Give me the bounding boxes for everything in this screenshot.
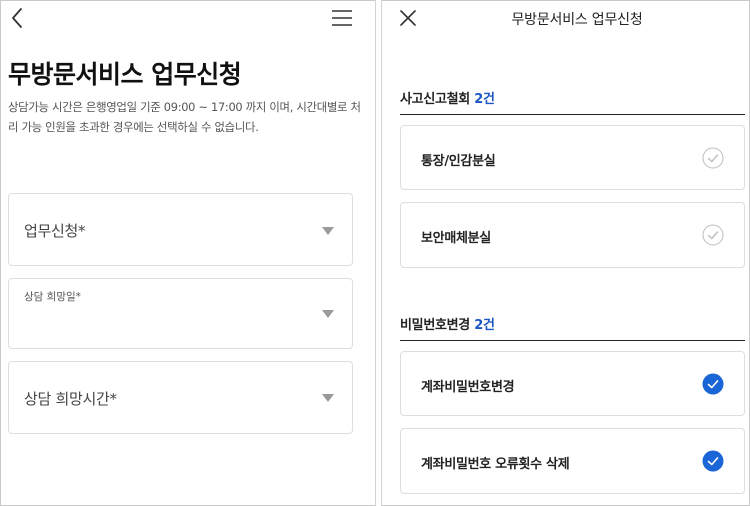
section-title-accident-withdrawal: 사고신고철회 2건 [400,88,495,107]
consultation-notice: 상담가능 시간은 은행영업일 기준 09:00 ~ 17:00 까지 이며, 시… [8,100,361,134]
preferred-date-select[interactable]: 상담 희망일* [8,278,353,349]
option-label: 계좌비밀번호 오류횟수 삭제 [421,457,570,472]
right-panel: 무방문서비스 업무신청 사고신고철회 2건 통장/인감분실 보안매체분실 비밀번… [382,0,750,506]
service-request-select[interactable]: 업무신청* [8,193,353,266]
panel-divider [375,0,382,506]
option-label: 보안매체분실 [421,231,491,246]
header-title: 무방문서비스 업무신청 [511,12,643,28]
check-circle-icon [702,450,724,472]
option-password-error-count-reset[interactable]: 계좌비밀번호 오류횟수 삭제 [400,428,745,494]
triangle-down-icon [322,227,334,235]
section-title-text: 비밀번호변경 [400,318,470,333]
service-request-label: 업무신청* [24,222,86,240]
option-bankbook-seal-loss[interactable]: 통장/인감분실 [400,125,745,190]
hamburger-menu-icon [332,10,352,26]
page-title: 무방문서비스 업무신청 [8,60,242,89]
option-security-media-loss[interactable]: 보안매체분실 [400,202,745,268]
option-account-password-change[interactable]: 계좌비밀번호변경 [400,351,745,416]
section-divider [400,114,745,115]
left-panel: 무방문서비스 업무신청 상담가능 시간은 은행영업일 기준 09:00 ~ 17… [0,0,375,506]
check-circle-icon [702,373,724,395]
chevron-left-icon [12,8,22,28]
check-circle-icon [702,147,724,169]
triangle-down-icon [322,394,334,402]
section-title-text: 사고신고철회 [400,92,470,107]
menu-button[interactable] [330,8,354,28]
preferred-time-label: 상담 희망시간* [24,390,117,408]
section-count: 2건 [474,92,495,107]
option-label: 통장/인감분실 [421,154,496,169]
section-title-password-change: 비밀번호변경 2건 [400,314,495,333]
preferred-time-select[interactable]: 상담 희망시간* [8,361,353,434]
preferred-date-label: 상담 희망일* [24,291,81,303]
section-count: 2건 [474,318,495,333]
check-circle-icon [702,224,724,246]
back-button[interactable] [8,6,30,30]
option-label: 계좌비밀번호변경 [421,380,515,395]
triangle-down-icon [322,310,334,318]
section-divider [400,340,745,341]
